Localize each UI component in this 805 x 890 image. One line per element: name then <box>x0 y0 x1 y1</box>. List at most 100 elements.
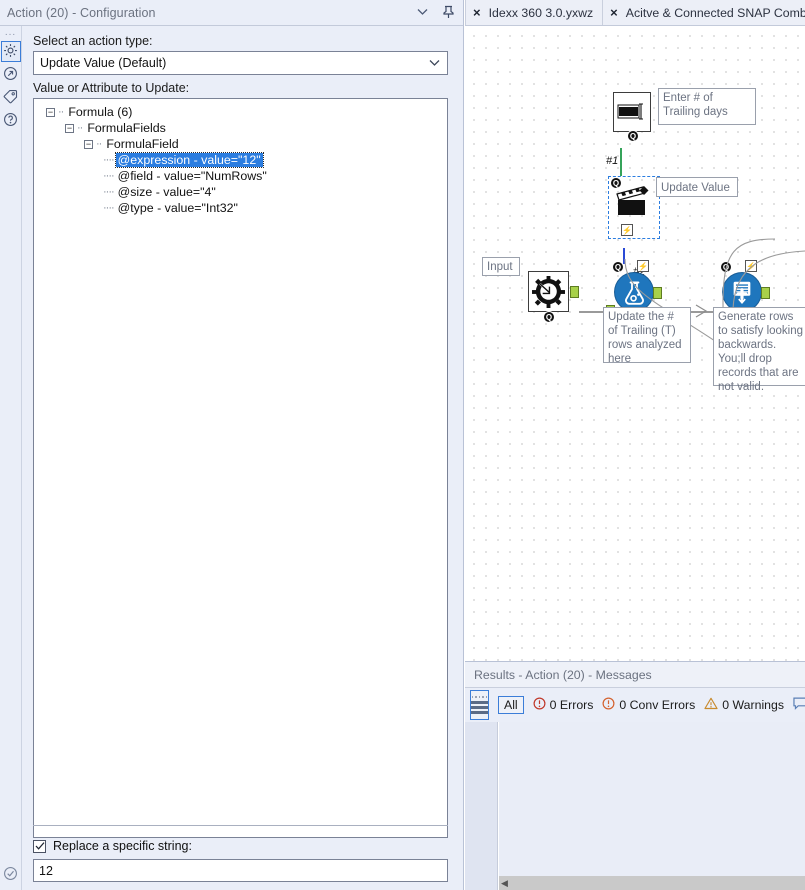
question-badge-icon: Q <box>610 177 622 189</box>
tree-guide: ·· <box>77 122 83 134</box>
application-window: Action (20) - Configuration ... Select a… <box>0 0 805 890</box>
rail-item-gear[interactable] <box>0 41 21 62</box>
replace-checkbox-row[interactable]: Replace a specific string: <box>33 839 448 853</box>
results-panel: Results - Action (20) - Messages All 0 E… <box>465 661 805 890</box>
collapse-toggle-icon[interactable]: − <box>46 107 55 117</box>
node-action-tool[interactable]: Q ⚡ <box>610 177 655 236</box>
tab-idexx-360[interactable]: × Idexx 360 3.0.yxwz <box>466 0 604 25</box>
tree-node-label: @size - value="4" <box>117 185 216 199</box>
tab-active-connected-snap[interactable]: × Acitve & Connected SNAP Comb <box>603 0 805 25</box>
tree-node[interactable]: ···· @type - value="Int32" <box>34 200 447 216</box>
wire-connection-1[interactable] <box>620 148 622 176</box>
filter-messages[interactable]: 0 <box>793 697 805 713</box>
tree-guide: ·· <box>96 138 102 150</box>
results-grip-button[interactable] <box>470 690 489 720</box>
attribute-tree[interactable]: − ·· Formula (6) − ·· FormulaFields − ··… <box>33 98 448 838</box>
node-text-input-tool[interactable]: Q <box>613 92 651 142</box>
tree-guide: ·· <box>58 106 64 118</box>
tree-guide: ···· <box>103 186 115 198</box>
arrow-circle-icon <box>3 66 18 84</box>
replace-specific-string-checkbox[interactable] <box>33 839 46 853</box>
tree-guide: ···· <box>103 154 115 166</box>
scroll-left-icon[interactable]: ◀ <box>501 878 511 888</box>
workflow-tabbar: × Idexx 360 3.0.yxwz × Acitve & Connecte… <box>465 0 805 26</box>
macro-input-gear-icon <box>528 271 569 312</box>
results-toolbar: All 0 Errors 0 Conv Errors 0 Warnings <box>465 688 805 722</box>
text-input-icon <box>613 92 651 132</box>
node-macro-input-tool[interactable]: Q <box>528 271 579 323</box>
results-title: Results - Action (20) - Messages <box>465 662 805 688</box>
tree-node[interactable]: ···· @expression - value="12" <box>34 152 447 168</box>
tree-node-label: FormulaFields <box>87 121 166 135</box>
pin-icon[interactable] <box>442 5 455 22</box>
tree-node[interactable]: − ·· FormulaFields <box>34 120 447 136</box>
configuration-panel: Action (20) - Configuration ... Select a… <box>0 0 464 890</box>
tag-icon <box>3 89 18 107</box>
configuration-titlebar: Action (20) - Configuration <box>0 0 463 26</box>
gear-icon <box>3 43 18 61</box>
conv-errors-count-label: 0 Conv Errors <box>619 698 696 712</box>
tree-node[interactable]: ···· @field - value="NumRows" <box>34 168 447 184</box>
tree-node-label: @type - value="Int32" <box>117 201 238 215</box>
tree-node-label: Formula (6) <box>68 105 133 119</box>
annotation-enter-trailing-days[interactable]: Enter # of Trailing days <box>658 88 756 125</box>
question-badge-icon: Q <box>543 311 555 323</box>
results-body: ◀ <box>465 722 805 890</box>
action-type-label: Select an action type: <box>33 34 153 48</box>
workflow-canvas[interactable]: Enter # of Trailing days Q #1 Q ⚡ #2 Upd… <box>465 26 805 661</box>
conv-error-icon <box>602 697 615 713</box>
action-type-value: Update Value (Default) <box>40 56 167 70</box>
tree-node[interactable]: ···· @size - value="4" <box>34 184 447 200</box>
tree-node-label: FormulaField <box>106 137 179 151</box>
warnings-count-label: 0 Warnings <box>722 698 785 712</box>
collapse-toggle-icon[interactable]: − <box>84 139 93 149</box>
message-icon <box>793 697 805 713</box>
results-message-area <box>499 722 805 876</box>
horizontal-scrollbar[interactable]: ◀ <box>499 876 805 890</box>
rail-item-annotation[interactable] <box>1 87 21 108</box>
annotation-input[interactable]: Input <box>482 257 520 276</box>
annotation-generate-rows[interactable]: Generate rows to satisfy looking backwar… <box>713 307 805 393</box>
question-badge-icon: Q <box>627 130 639 142</box>
replace-checkbox-label: Replace a specific string: <box>53 839 192 853</box>
titlebar-icon-group <box>416 0 455 26</box>
errors-count-label: 0 Errors <box>549 698 594 712</box>
section-divider <box>33 825 448 826</box>
warning-icon <box>704 697 718 713</box>
configuration-body: Select an action type: Update Value (Def… <box>22 26 463 890</box>
tree-label: Value or Attribute to Update: <box>33 81 190 95</box>
tree-guide: ···· <box>103 170 115 182</box>
grip-dots <box>472 696 488 698</box>
rail-item-help[interactable] <box>1 110 21 131</box>
configuration-icon-rail: ... <box>0 26 22 890</box>
annotation-update-value[interactable]: Update Value <box>656 177 738 197</box>
tab-label: Acitve & Connected SNAP Comb <box>625 5 805 20</box>
results-gutter <box>465 722 498 890</box>
tree-node-label: @expression - value="12" <box>114 152 264 168</box>
check-circle-icon <box>3 866 18 884</box>
annotation-update-trailing-rows[interactable]: Update the # of Trailing (T) rows analyz… <box>603 307 691 365</box>
replace-string-input[interactable] <box>33 859 448 882</box>
action-type-dropdown[interactable]: Update Value (Default) <box>33 51 448 75</box>
workspace-pane: × Idexx 360 3.0.yxwz × Acitve & Connecte… <box>465 0 805 890</box>
error-icon <box>533 697 546 713</box>
tree-guide: ···· <box>103 202 115 214</box>
filter-errors[interactable]: 0 Errors <box>533 697 594 713</box>
rail-drag-dots[interactable]: ... <box>5 28 16 39</box>
output-port[interactable] <box>570 286 579 298</box>
filter-warnings[interactable]: 0 Warnings <box>704 697 784 713</box>
rail-item-output[interactable] <box>1 64 21 85</box>
filter-all-button[interactable]: All <box>498 696 524 714</box>
close-icon[interactable]: × <box>610 6 618 19</box>
replace-string-section: Replace a specific string: <box>33 825 448 882</box>
tree-node[interactable]: − ·· Formula (6) <box>34 104 447 120</box>
chevron-down-icon[interactable] <box>416 5 429 21</box>
tree-node-label: @field - value="NumRows" <box>117 169 267 183</box>
close-icon[interactable]: × <box>473 6 481 19</box>
connection-label-1: #1 <box>606 155 619 167</box>
filter-conv-errors[interactable]: 0 Conv Errors <box>602 697 695 713</box>
collapse-toggle-icon[interactable]: − <box>65 123 74 133</box>
tree-node[interactable]: − ·· FormulaField <box>34 136 447 152</box>
chevron-down-icon <box>428 56 441 72</box>
help-icon <box>3 112 18 130</box>
